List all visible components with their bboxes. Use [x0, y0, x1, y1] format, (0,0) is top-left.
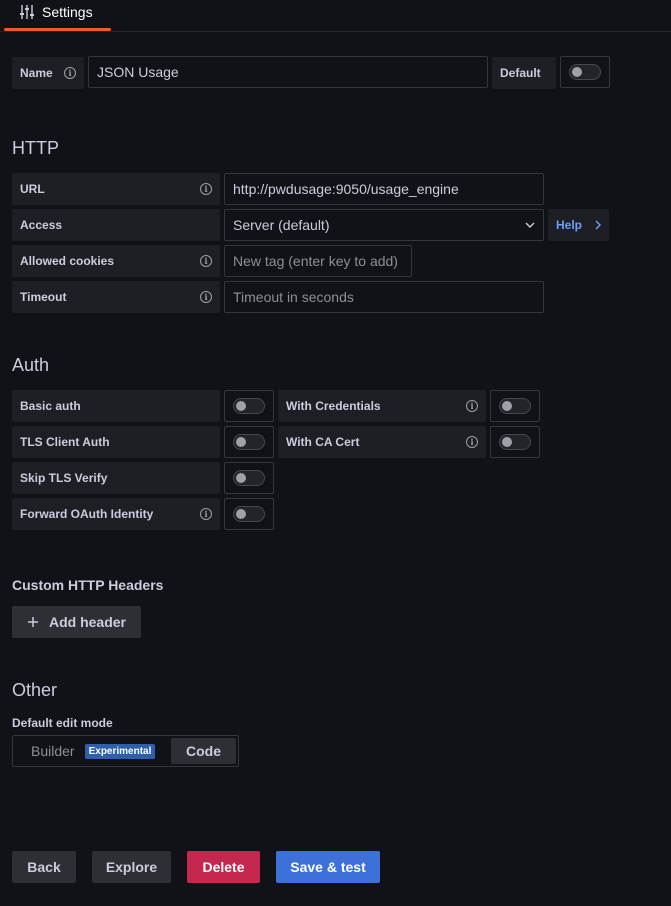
- basic-auth-toggle-box: [224, 390, 274, 422]
- allowed-cookies-label: Allowed cookies i: [12, 245, 220, 277]
- with-ca-cert-toggle-box: [490, 426, 540, 458]
- skip-tls-verify-toggle[interactable]: [233, 470, 265, 486]
- forward-oauth-toggle[interactable]: [233, 506, 265, 522]
- other-section-title: Other: [12, 680, 58, 700]
- forward-oauth-label: Forward OAuth Identity i: [12, 498, 220, 530]
- default-toggle-box: [560, 56, 610, 88]
- add-header-button[interactable]: Add header: [12, 606, 141, 638]
- tls-client-auth-label: TLS Client Auth: [12, 426, 220, 458]
- timeout-label: Timeout i: [12, 281, 220, 313]
- with-ca-cert-toggle[interactable]: [499, 434, 531, 450]
- url-label: URL i: [12, 173, 220, 205]
- tab-active-indicator: [4, 28, 111, 31]
- chevron-down-icon: [525, 222, 535, 228]
- edit-mode-code[interactable]: Code: [171, 738, 236, 764]
- auth-section-title: Auth: [12, 355, 50, 375]
- tab-settings-label: Settings: [42, 4, 93, 20]
- basic-auth-label: Basic auth: [12, 390, 220, 422]
- explore-button[interactable]: Explore: [92, 851, 171, 883]
- back-button[interactable]: Back: [12, 851, 76, 883]
- save-test-button[interactable]: Save & test: [276, 851, 380, 883]
- info-icon[interactable]: i: [466, 400, 478, 412]
- skip-tls-verify-label: Skip TLS Verify: [12, 462, 220, 494]
- skip-tls-verify-toggle-box: [224, 462, 274, 494]
- access-select[interactable]: Server (default): [224, 209, 544, 241]
- experimental-badge: Experimental: [84, 743, 156, 759]
- name-label: Name i: [12, 57, 84, 89]
- basic-auth-toggle[interactable]: [233, 398, 265, 414]
- tab-settings[interactable]: Settings: [4, 0, 111, 31]
- chevron-right-icon: [595, 220, 601, 230]
- info-icon[interactable]: i: [200, 291, 212, 303]
- help-button[interactable]: Help: [548, 209, 609, 241]
- custom-headers-title: Custom HTTP Headers: [12, 577, 164, 593]
- with-credentials-toggle-box: [490, 390, 540, 422]
- default-edit-mode-label: Default edit mode: [12, 716, 113, 730]
- sliders-icon: [20, 5, 34, 19]
- info-icon[interactable]: i: [200, 255, 212, 267]
- plus-icon: [27, 617, 38, 627]
- info-icon[interactable]: i: [200, 508, 212, 520]
- timeout-input[interactable]: Timeout in seconds: [224, 281, 544, 313]
- with-credentials-label: With Credentials i: [278, 390, 486, 422]
- info-icon[interactable]: i: [200, 183, 212, 195]
- info-icon[interactable]: i: [466, 436, 478, 448]
- http-section-title: HTTP: [12, 138, 59, 158]
- edit-mode-switch: Builder Experimental Code: [12, 735, 239, 767]
- default-toggle[interactable]: [569, 64, 601, 80]
- allowed-cookies-input[interactable]: New tag (enter key to add): [224, 245, 412, 277]
- name-input[interactable]: JSON Usage: [88, 56, 488, 88]
- delete-button[interactable]: Delete: [187, 851, 260, 883]
- info-icon[interactable]: i: [64, 67, 76, 79]
- default-label: Default: [492, 57, 556, 89]
- with-ca-cert-label: With CA Cert i: [278, 426, 486, 458]
- with-credentials-toggle[interactable]: [499, 398, 531, 414]
- tab-bar: Settings: [0, 0, 671, 32]
- access-label: Access: [12, 209, 220, 241]
- tls-client-auth-toggle-box: [224, 426, 274, 458]
- edit-mode-builder[interactable]: Builder Experimental: [15, 738, 171, 764]
- tls-client-auth-toggle[interactable]: [233, 434, 265, 450]
- url-input[interactable]: http://pwdusage:9050/usage_engine: [224, 173, 544, 205]
- forward-oauth-toggle-box: [224, 498, 274, 530]
